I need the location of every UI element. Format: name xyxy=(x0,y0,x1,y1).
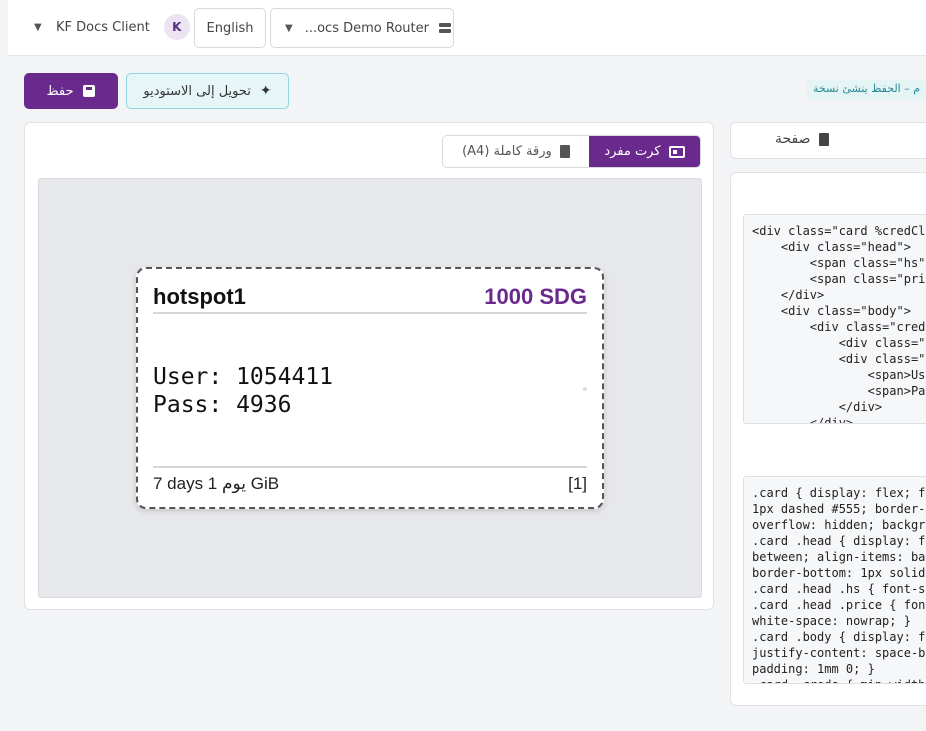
avatar: K xyxy=(163,14,190,40)
client-selector[interactable]: ▼ KF Docs Client K xyxy=(34,13,190,41)
save-label: حفظ xyxy=(46,83,74,99)
page-tab-content: صفحة xyxy=(775,131,829,147)
code-panel: <div class="card %credCla <div class="he… xyxy=(730,172,926,706)
password-line: Pass: 4936 xyxy=(153,392,292,418)
floppy-disk-icon xyxy=(83,85,96,97)
document-icon xyxy=(818,132,829,146)
tab-page[interactable]: صفحة xyxy=(730,122,926,159)
card-header: hotspot1 1000 SDG xyxy=(153,281,587,314)
card-price: 1000 SDG xyxy=(484,283,587,309)
tab-single-card[interactable]: كرت مفرد xyxy=(588,136,700,167)
card-credentials: User: 1054411 Pass: 4936 xyxy=(153,363,333,419)
router-selector[interactable]: ▼ ...ocs Demo Router xyxy=(270,8,454,48)
tab-full-sheet[interactable]: ورقة كاملة (A4) xyxy=(443,136,589,167)
card-preview-area: hotspot1 1000 SDG User: 1054411 Pass: 49… xyxy=(38,178,702,598)
save-hint-badge: م – الحفظ ينشئ نسخة xyxy=(807,80,926,100)
tab-single-card-label: كرت مفرد xyxy=(604,144,661,159)
hotspot-name: hotspot1 xyxy=(153,283,246,309)
id-card-icon xyxy=(668,145,685,158)
server-icon xyxy=(438,22,451,34)
chevron-down-icon: ▼ xyxy=(34,21,42,33)
voucher-card: hotspot1 1000 SDG User: 1054411 Pass: 49… xyxy=(136,267,604,509)
card-validity: 7 days 1 يوم GiB xyxy=(153,474,280,493)
page-tab-label: صفحة xyxy=(775,131,811,147)
css-code-editor[interactable]: .card { display: flex; f 1px dashed #555… xyxy=(743,476,926,684)
view-mode-tabs: ورقة كاملة (A4) كرت مفرد xyxy=(442,135,701,168)
html-code-editor[interactable]: <div class="card %credCla <div class="he… xyxy=(743,214,926,424)
preview-panel: ورقة كاملة (A4) كرت مفرد hotspot1 1000 S… xyxy=(24,122,714,610)
client-name: KF Docs Client xyxy=(56,19,150,35)
card-index: [1] xyxy=(568,474,587,493)
language-selector[interactable]: English xyxy=(194,8,266,48)
document-icon xyxy=(559,145,570,158)
magic-wand-icon: ✦ xyxy=(259,83,272,99)
convert-to-studio-button[interactable]: ✦ تحويل إلى الاستوديو xyxy=(126,73,289,109)
chevron-down-icon: ▼ xyxy=(285,22,293,34)
top-bar: ▼ KF Docs Client K English ▼ ...ocs Demo… xyxy=(8,0,926,56)
card-footer: 7 days 1 يوم GiB [1] xyxy=(153,466,587,500)
username-line: User: 1054411 xyxy=(153,364,334,390)
tab-full-sheet-label: ورقة كاملة (A4) xyxy=(462,144,552,159)
studio-label: تحويل إلى الاستوديو xyxy=(143,83,251,99)
save-button[interactable]: حفظ xyxy=(24,73,118,109)
router-name: ...ocs Demo Router xyxy=(304,20,429,36)
qr-placeholder xyxy=(583,387,587,391)
